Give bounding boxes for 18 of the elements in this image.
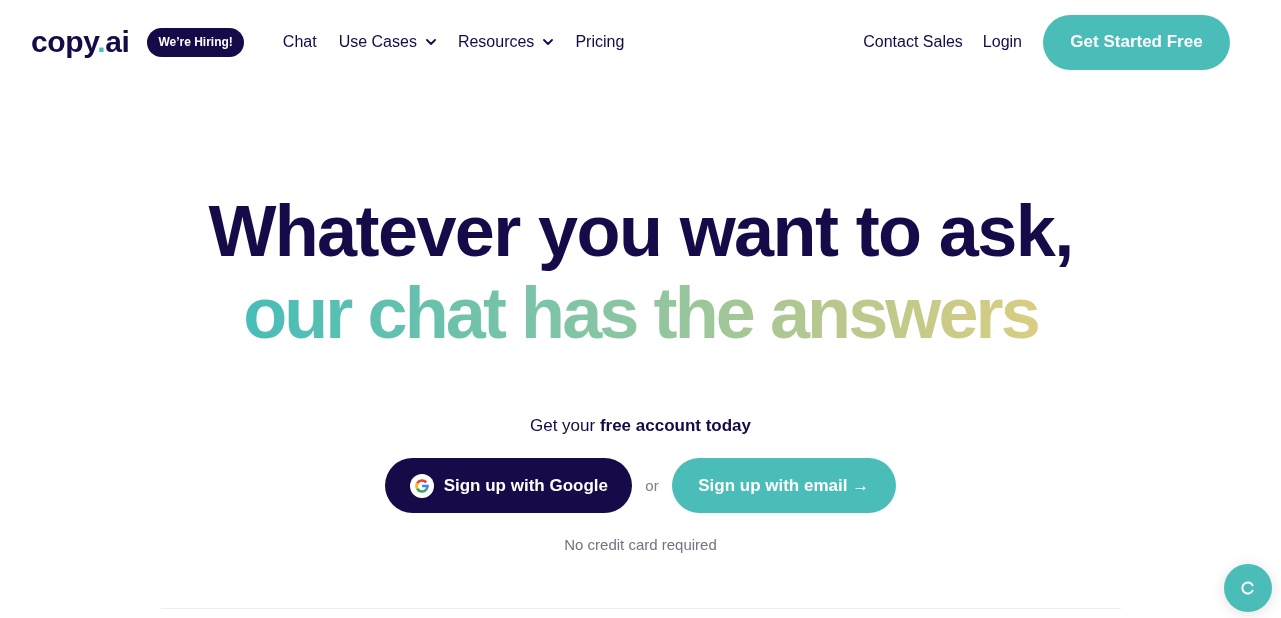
nav-link[interactable]: Chat bbox=[282, 33, 317, 51]
chevron-down-icon bbox=[543, 39, 554, 45]
nav-dropdown[interactable]: Resources bbox=[457, 33, 554, 51]
no-credit-card-note: No credit card required bbox=[564, 535, 717, 555]
google-signup-button[interactable]: Sign up with Google bbox=[385, 458, 633, 513]
multicolor-g-icon bbox=[409, 473, 434, 498]
chevron-down-icon bbox=[425, 39, 436, 45]
chat-launcher-button[interactable] bbox=[1224, 564, 1272, 612]
nav-link[interactable]: Contact Sales bbox=[863, 33, 963, 51]
nav-link[interactable]: Pricing bbox=[575, 33, 625, 51]
headline: Whatever you want to ask, bbox=[208, 190, 1073, 272]
subheading: Get your free account today bbox=[529, 415, 752, 437]
or-separator: or bbox=[645, 477, 659, 494]
open-ring-icon bbox=[1241, 581, 1255, 595]
nav-link[interactable]: Login bbox=[982, 33, 1022, 51]
nav-dropdown[interactable]: Use Cases bbox=[338, 33, 436, 51]
logo[interactable]: copy.ai bbox=[31, 27, 130, 57]
hiring-badge[interactable]: We’re Hiring! bbox=[147, 27, 244, 57]
